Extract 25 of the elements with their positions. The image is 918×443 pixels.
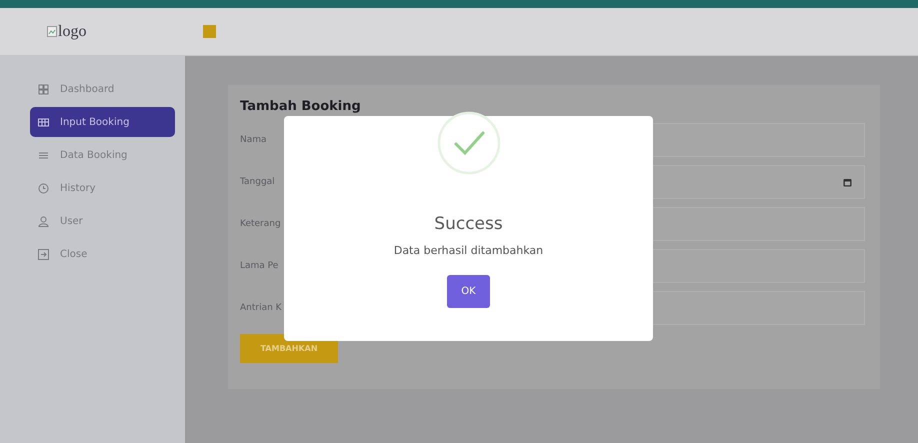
sidebar-item[interactable]: History <box>30 172 175 205</box>
user-icon <box>38 216 49 227</box>
sidebar-item[interactable]: User <box>30 205 175 238</box>
form-title: Tambah Booking <box>240 99 362 114</box>
sidebar-item[interactable]: Data Booking <box>30 139 175 172</box>
field-label: Antrian K <box>240 303 283 313</box>
field-label: Tanggal <box>240 177 276 187</box>
dialog-title: Success <box>434 214 503 234</box>
logo-text: logo <box>58 22 86 40</box>
exit-icon <box>38 249 49 260</box>
grid-icon <box>38 84 49 95</box>
field-label: Keterang <box>240 219 282 229</box>
sidebar-item[interactable]: Input Booking <box>30 107 175 137</box>
menu-toggle-button[interactable] <box>203 25 216 38</box>
dialog-message: Data berhasil ditambahkan <box>394 244 544 257</box>
broken-image-icon <box>47 26 57 37</box>
sidebar-item[interactable]: Close <box>30 238 175 271</box>
field-label: Lama Pe <box>240 261 280 271</box>
ok-button[interactable]: OK <box>447 275 490 308</box>
list-icon <box>38 150 49 161</box>
clock-icon <box>38 183 49 194</box>
field-label: Nama <box>240 135 268 145</box>
sidebar-item[interactable]: Dashboard <box>30 73 175 106</box>
calendar-icon <box>843 178 852 186</box>
table-icon <box>38 116 49 128</box>
